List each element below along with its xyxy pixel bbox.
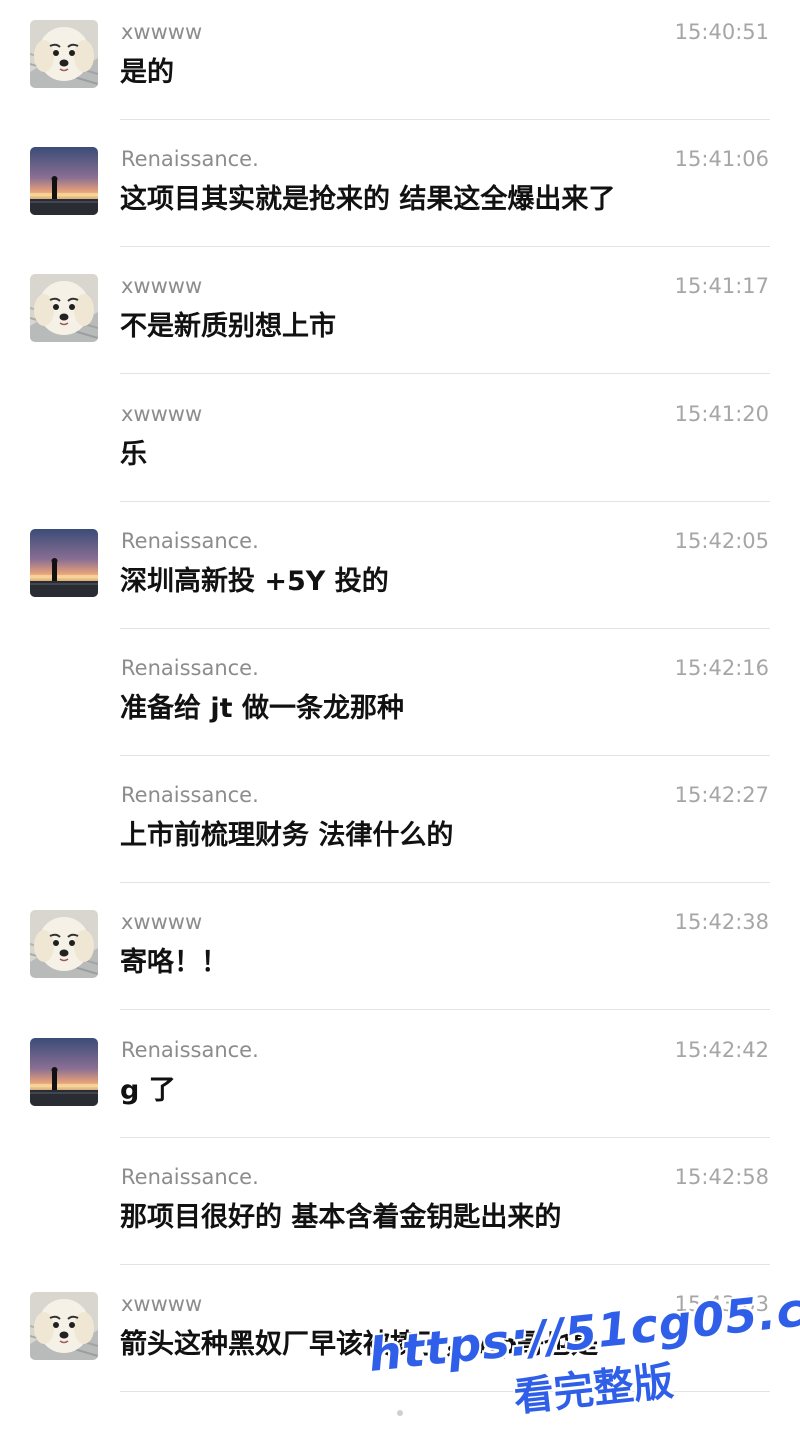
avatar-dog[interactable]: [30, 20, 98, 88]
sender-name[interactable]: Renaissance.: [121, 145, 259, 173]
message-time: 15:42:38: [674, 910, 769, 935]
avatar-sunset[interactable]: [30, 1037, 98, 1106]
message-text[interactable]: 上市前梳理财务 法律什么的: [120, 817, 453, 855]
message-time: 15:42:42: [674, 1037, 769, 1062]
message-time: 15:40:51: [674, 20, 769, 44]
message-item[interactable]: xwwww 15:42:38 寄咯！！: [0, 888, 800, 1015]
message-text[interactable]: 不是新质别想上市: [120, 308, 336, 346]
message-divider: [120, 1136, 770, 1138]
message-divider: [120, 373, 770, 375]
message-text[interactable]: 寄咯！！: [120, 944, 228, 982]
sender-name[interactable]: xwwww: [121, 18, 202, 46]
message-item[interactable]: Renaissance. 15:42:42 g 了: [0, 1016, 800, 1143]
message-item[interactable]: Renaissance. 15:42:58 那项目很好的 基本含着金钥匙出来的: [0, 1143, 800, 1270]
message-item[interactable]: Renaissance. 15:41:06 这项目其实就是抢来的 结果这全爆出来了: [0, 125, 800, 252]
message-divider: [120, 882, 770, 884]
message-divider: [120, 500, 770, 502]
avatar-sunset[interactable]: [30, 528, 98, 597]
avatar-dog[interactable]: [30, 274, 98, 343]
avatar-dog[interactable]: [30, 1292, 98, 1360]
message-time: 15:42:27: [674, 783, 769, 808]
message-time: 15:41:06: [674, 147, 769, 172]
message-item[interactable]: xwwww 15:41:20 乐: [0, 380, 800, 507]
message-item[interactable]: Renaissance. 15:42:16 准备给 jt 做一条龙那种: [0, 634, 800, 761]
message-time: 15:41:17: [674, 274, 769, 299]
message-divider: [120, 119, 770, 120]
message-item[interactable]: xwwww 15:40:51 是的: [0, 0, 800, 125]
sender-name[interactable]: Renaissance.: [121, 1036, 259, 1064]
sender-name[interactable]: Renaissance.: [121, 654, 259, 682]
message-divider: [120, 1263, 770, 1265]
sender-name[interactable]: xwwww: [121, 908, 202, 936]
message-time: 15:42:05: [674, 528, 769, 553]
message-time: 15:42:58: [674, 1164, 769, 1189]
message-text[interactable]: 是的: [120, 54, 174, 92]
message-divider: [120, 1009, 770, 1011]
message-text[interactable]: 乐: [120, 436, 147, 474]
message-divider: [120, 755, 770, 756]
message-time: 15:41:20: [674, 401, 769, 426]
message-text[interactable]: 那项目很好的 基本含着金钥匙出来的: [120, 1199, 561, 1237]
sender-name[interactable]: Renaissance.: [121, 1163, 259, 1191]
sender-name[interactable]: Renaissance.: [121, 781, 259, 809]
message-time: 15:42:16: [674, 656, 769, 680]
avatar-sunset[interactable]: [30, 147, 98, 216]
message-divider: [120, 627, 770, 629]
message-text[interactable]: 深圳高新投 +5Y 投的: [120, 563, 389, 601]
message-item[interactable]: Renaissance. 15:42:27 上市前梳理财务 法律什么的: [0, 761, 800, 888]
sender-name[interactable]: xwwww: [121, 1290, 202, 1318]
message-text[interactable]: 准备给 jt 做一条龙那种: [120, 690, 404, 728]
sender-name[interactable]: xwwww: [121, 400, 202, 428]
sender-name[interactable]: Renaissance.: [121, 527, 259, 555]
chat-message-list[interactable]: xwwww 15:40:51 是的 Renaissance. 15:41:06 这项目其实…: [0, 0, 800, 1422]
scroll-indicator: [397, 1410, 403, 1416]
message-text[interactable]: 这项目其实就是抢来的 结果这全爆出来了: [120, 181, 615, 219]
message-item[interactable]: Renaissance. 15:42:05 深圳高新投 +5Y 投的: [0, 507, 800, 634]
message-text[interactable]: g 了: [120, 1072, 176, 1110]
avatar-dog[interactable]: [30, 910, 98, 979]
message-divider: [120, 246, 770, 248]
sender-name[interactable]: xwwww: [121, 272, 202, 300]
message-item[interactable]: xwwww 15:41:17 不是新质别想上市: [0, 252, 800, 379]
